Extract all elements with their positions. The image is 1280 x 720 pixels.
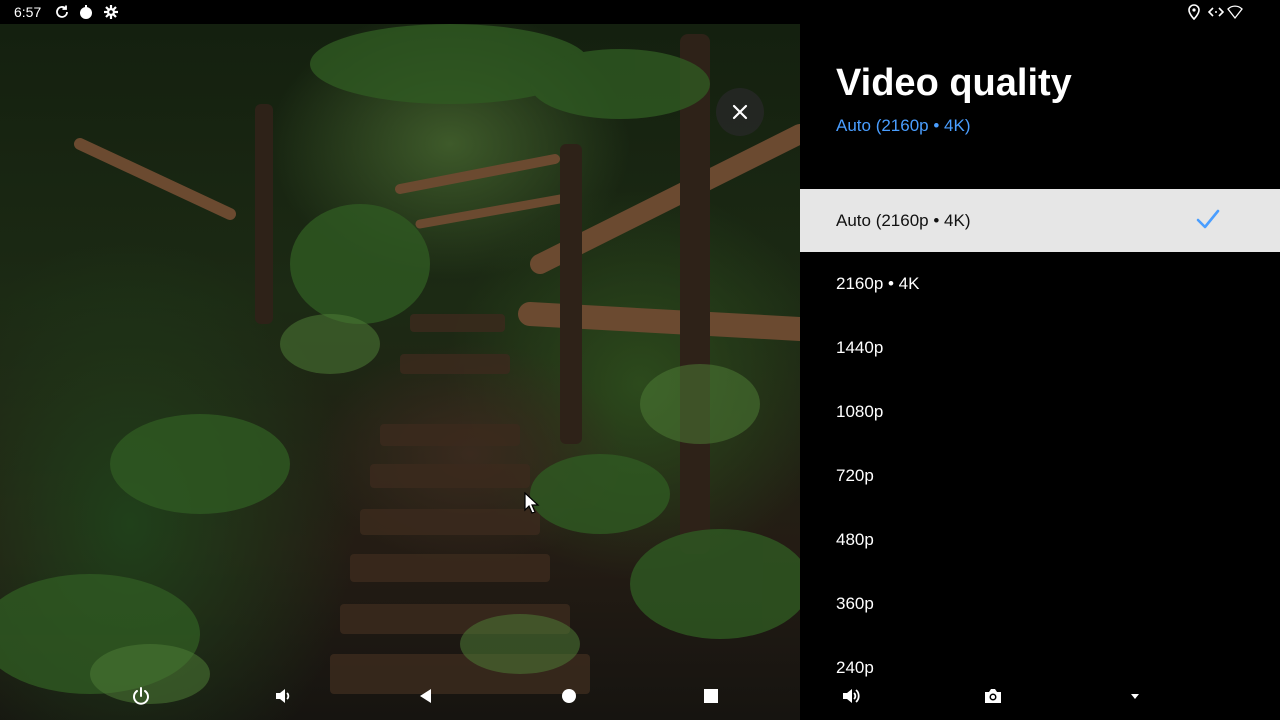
quality-option-label: 480p — [836, 530, 874, 549]
back-button[interactable] — [414, 684, 438, 708]
quality-list: Auto (2160p • 4K) 2160p • 4K 1440p 1080p… — [800, 189, 1280, 700]
home-icon — [562, 689, 576, 703]
quality-option-label: 1080p — [836, 402, 884, 421]
dropdown-icon — [1131, 694, 1139, 699]
screenshot-button[interactable] — [981, 684, 1005, 708]
close-button[interactable] — [716, 88, 764, 136]
refresh-icon — [54, 4, 70, 20]
mouse-cursor-icon — [524, 492, 540, 514]
volume-down-button[interactable] — [271, 684, 295, 708]
quality-option-label: 360p — [836, 594, 874, 613]
quality-option-720p[interactable]: 720p — [800, 444, 1280, 508]
recents-icon — [704, 689, 718, 703]
quality-option-2160p[interactable]: 2160p • 4K — [800, 252, 1280, 316]
volume-up-icon — [843, 689, 860, 703]
power-apple-icon — [78, 4, 94, 20]
quality-option-label: 2160p • 4K — [836, 274, 920, 293]
video-player[interactable] — [0, 24, 800, 720]
quality-option-480p[interactable]: 480p — [800, 508, 1280, 572]
dropdown-button[interactable] — [1123, 684, 1147, 708]
back-icon — [420, 689, 431, 703]
quality-option-1080p[interactable]: 1080p — [800, 380, 1280, 444]
status-time: 6:57 — [14, 4, 42, 20]
quality-option-1440p[interactable]: 1440p — [800, 316, 1280, 380]
check-icon — [1196, 209, 1220, 229]
quality-option-label: 720p — [836, 466, 874, 485]
volume-up-button[interactable] — [839, 684, 863, 708]
code-arrows-icon — [1208, 4, 1224, 20]
camera-icon — [985, 689, 1001, 703]
video-quality-panel: Video quality Auto (2160p • 4K) Auto (21… — [800, 24, 1280, 720]
recents-button[interactable] — [699, 684, 723, 708]
location-icon — [1186, 4, 1202, 20]
current-quality: Auto (2160p • 4K) — [836, 116, 971, 135]
quality-option-label: 1440p — [836, 338, 884, 357]
power-button[interactable] — [129, 684, 153, 708]
power-icon — [133, 687, 149, 705]
navigation-bar — [0, 672, 1280, 720]
quality-option-label: Auto (2160p • 4K) — [836, 210, 971, 230]
forest-stairs-scene — [0, 24, 800, 704]
volume-down-icon — [276, 689, 290, 703]
close-icon — [732, 104, 748, 120]
settings-gear-icon — [103, 4, 119, 20]
quality-option-auto[interactable]: Auto (2160p • 4K) — [800, 189, 1280, 252]
quality-option-360p[interactable]: 360p — [800, 572, 1280, 636]
wifi-icon — [1227, 4, 1243, 20]
panel-title: Video quality — [836, 62, 1072, 104]
home-button[interactable] — [557, 684, 581, 708]
status-bar: 6:57 — [0, 0, 1280, 24]
